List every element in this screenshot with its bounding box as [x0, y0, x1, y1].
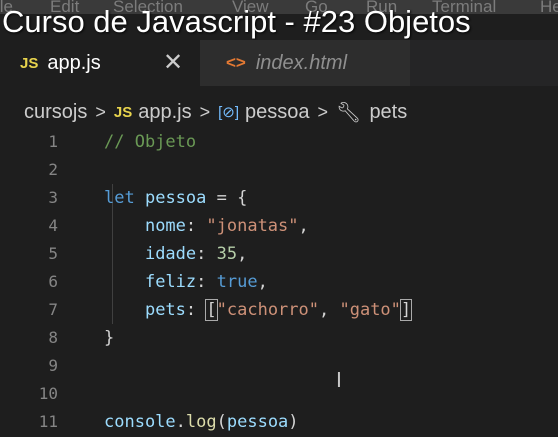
token: }	[104, 328, 115, 348]
tab-app-js[interactable]: JS app.js ✕	[0, 40, 200, 86]
code-line[interactable]: 9	[0, 352, 558, 380]
token: )	[288, 412, 299, 432]
line-number: 1	[48, 132, 58, 151]
breadcrumb-folder[interactable]: cursojs	[24, 101, 87, 124]
line-number: 2	[48, 160, 58, 179]
line-number: 6	[48, 272, 58, 291]
code-text[interactable]: nome: "jonatas",	[104, 212, 309, 240]
code-line[interactable]: 2	[0, 156, 558, 184]
object-symbol-icon: [⊘]	[218, 104, 240, 121]
line-number: 11	[38, 412, 58, 431]
token: ,	[237, 244, 248, 264]
breadcrumb-object[interactable]: pessoa	[245, 101, 310, 124]
token-var: pessoa	[226, 412, 289, 432]
token-var: feliz	[144, 272, 197, 292]
token-var: idade	[144, 244, 197, 264]
token: :	[185, 216, 207, 236]
token-var: pessoa	[144, 188, 207, 208]
code-line[interactable]: 11 console.log(pessoa)	[0, 408, 558, 436]
code-text[interactable]: pets: ["cachorro", "gato"]	[104, 296, 413, 324]
breadcrumb-property[interactable]: pets	[369, 101, 407, 124]
line-number: 4	[48, 216, 58, 235]
chevron-right-icon: >	[317, 101, 329, 122]
code-line[interactable]: 1 // Objeto	[0, 128, 558, 156]
token: ,	[257, 272, 268, 292]
code-text[interactable]: feliz: true,	[104, 268, 268, 296]
chevron-right-icon: >	[95, 101, 106, 122]
line-number: 9	[48, 356, 58, 375]
chevron-right-icon: >	[199, 101, 211, 122]
token: (	[216, 412, 227, 432]
tab-bar: JS app.js ✕ <> index.html	[0, 40, 558, 86]
token: ,	[298, 216, 309, 236]
token-var: nome	[144, 216, 186, 236]
token-str: "jonatas"	[206, 216, 299, 236]
token-str: "gato"	[339, 300, 401, 320]
line-number: 10	[38, 384, 58, 403]
javascript-file-icon: JS	[20, 54, 39, 72]
code-line[interactable]: 6 feliz: true,	[0, 268, 558, 296]
code-line[interactable]: 5 idade: 35,	[0, 240, 558, 268]
token: :	[185, 300, 207, 320]
code-text[interactable]: }	[104, 324, 114, 352]
token-bracket-match: ]	[399, 299, 413, 321]
token-var: console	[104, 412, 176, 432]
code-text[interactable]: console.log(pessoa)	[104, 408, 299, 436]
html-file-icon: <>	[226, 53, 246, 72]
code-line[interactable]: 8}	[0, 324, 558, 352]
javascript-file-icon: JS	[113, 103, 133, 121]
line-number: 8	[48, 328, 58, 347]
token-kw: let	[104, 188, 135, 208]
breadcrumb: cursojs > JS app.js > [⊘] pessoa > 🔧︎ pe…	[24, 98, 407, 126]
tab-index-html[interactable]: <> index.html	[200, 40, 410, 86]
video-title: Curso de Javascript - #23 Objetos	[2, 4, 471, 39]
menu-help[interactable]: Help	[540, 0, 558, 14]
code-text[interactable]: // Objeto	[104, 128, 196, 156]
tab-label: index.html	[255, 51, 348, 74]
line-number: 3	[48, 188, 58, 207]
token: :	[196, 272, 217, 292]
token-kw: true	[216, 272, 258, 292]
wrench-icon: 🔧︎	[336, 101, 362, 124]
token-str: "cachorro"	[216, 300, 319, 320]
tab-label: app.js	[47, 51, 101, 74]
code-line[interactable]: 4 nome: "jonatas",	[0, 212, 558, 240]
code-text[interactable]: let pessoa = {	[104, 184, 247, 212]
token-bracket-match: [	[205, 299, 218, 321]
breadcrumb-file[interactable]: app.js	[138, 101, 191, 124]
token: :	[196, 244, 217, 264]
line-number: 5	[48, 244, 58, 263]
code-line[interactable]: 3 let pessoa = {	[0, 184, 558, 212]
token: ,	[319, 300, 340, 320]
code-text[interactable]: idade: 35,	[104, 240, 247, 268]
token: .	[175, 412, 186, 432]
token-num: 35	[216, 244, 238, 264]
token-var: pets	[144, 300, 186, 320]
token-fn: log	[185, 412, 217, 432]
close-icon[interactable]: ✕	[163, 48, 183, 77]
line-number: 7	[48, 300, 58, 319]
token: = {	[206, 188, 248, 208]
token-cmt: // Objeto	[104, 132, 197, 152]
code-line[interactable]: 10	[0, 380, 558, 408]
code-line[interactable]: 7 pets: ["cachorro", "gato"]	[0, 296, 558, 324]
code-editor[interactable]: I 1// Objeto 2 3 let pessoa = {4 nome: "jon…	[0, 128, 558, 437]
